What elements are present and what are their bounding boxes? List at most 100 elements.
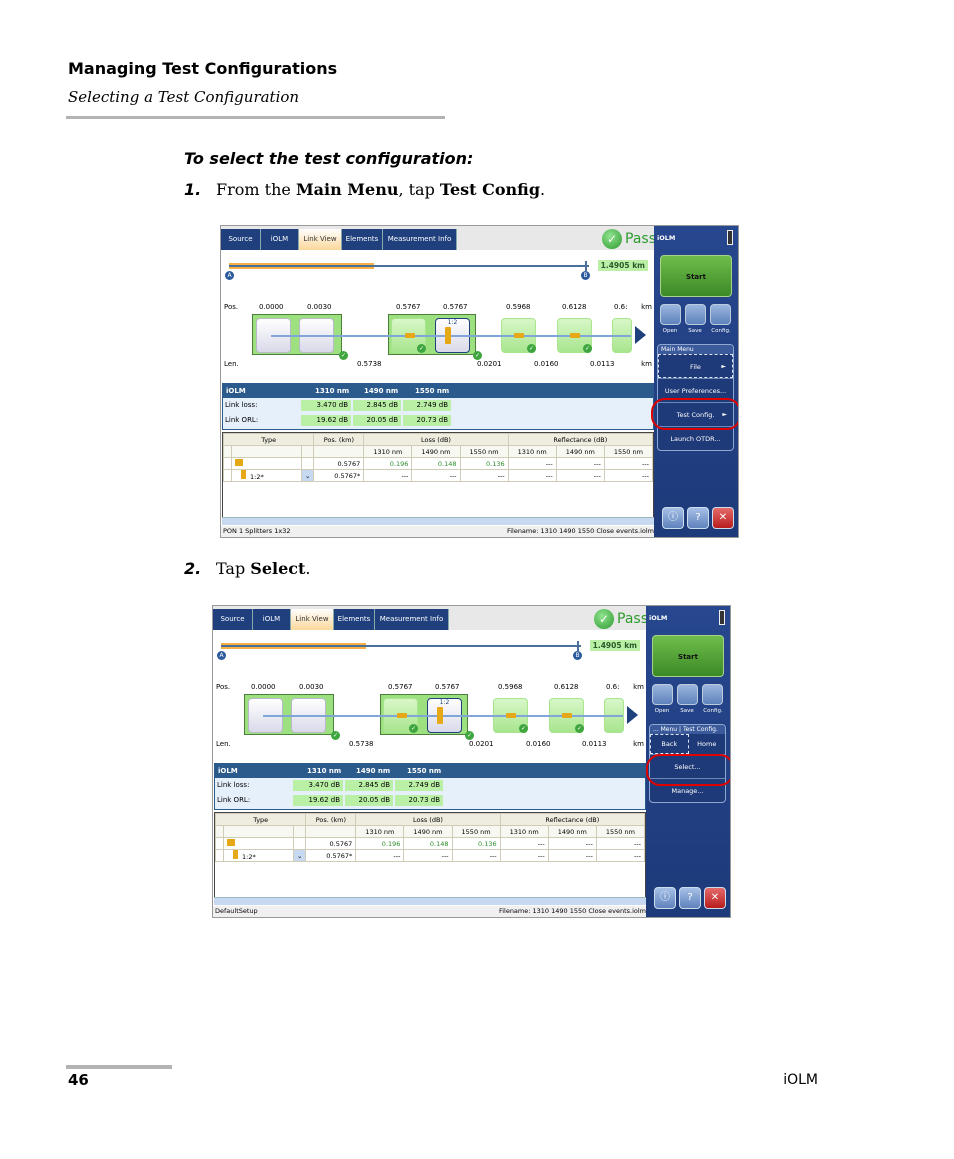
ok-icon: ✓ bbox=[339, 351, 348, 360]
procedure-title: To select the test configuration: bbox=[184, 149, 474, 168]
pos-label: Pos. bbox=[224, 303, 239, 311]
config-button[interactable] bbox=[710, 304, 731, 325]
config-name: DefaultSetup bbox=[215, 907, 258, 915]
status-bar: DefaultSetup Filename: 1310 1490 1550 Cl… bbox=[213, 906, 648, 917]
step-2: 2. Tap Select. bbox=[184, 559, 311, 578]
splitter-ratio-dropdown[interactable]: ⌄ bbox=[300, 469, 315, 482]
position: 0.6128 bbox=[562, 303, 587, 311]
length: 0.0113 bbox=[582, 740, 607, 748]
len-label: Len. bbox=[216, 740, 231, 748]
tab-measurement-info[interactable]: Measurement Info bbox=[375, 609, 449, 630]
main-area: Source iOLM Link View Elements Measureme… bbox=[221, 226, 656, 537]
link-orl-row: Link ORL: 19.62 dB 20.05 dB 20.73 dB bbox=[215, 793, 645, 808]
link-length: 1.4905 km bbox=[589, 640, 640, 651]
length: 0.0113 bbox=[590, 360, 615, 368]
position: 0.0000 bbox=[251, 683, 276, 691]
connector-icon bbox=[514, 333, 524, 338]
help-button[interactable]: ? bbox=[679, 887, 701, 909]
connector-icon bbox=[506, 713, 516, 718]
position: 0.6128 bbox=[554, 683, 579, 691]
footer-divider bbox=[66, 1065, 172, 1069]
link-loss-row: Link loss: 3.470 dB 2.845 dB 2.749 dB bbox=[215, 778, 645, 793]
ok-icon: ✓ bbox=[473, 351, 482, 360]
splitter-icon bbox=[233, 850, 238, 859]
menu-caption: Main Menu bbox=[658, 345, 733, 354]
unit-label: km bbox=[641, 303, 652, 311]
step-1: 1. From the Main Menu, tap Test Config. bbox=[184, 180, 546, 199]
tab-iolm[interactable]: iOLM bbox=[253, 609, 291, 630]
position: 0.0030 bbox=[307, 303, 332, 311]
open-button[interactable] bbox=[652, 684, 673, 705]
product-name: iOLM bbox=[783, 1072, 818, 1088]
verdict: ✓ Pass bbox=[602, 228, 656, 250]
length: 0.5738 bbox=[349, 740, 374, 748]
home-button[interactable]: Home bbox=[689, 734, 726, 754]
filename: Filename: 1310 1490 1550 Close events.io… bbox=[498, 907, 646, 915]
len-label: Len. bbox=[224, 360, 239, 368]
unit-label: km bbox=[633, 683, 644, 691]
horizontal-scrollbar[interactable] bbox=[222, 517, 654, 525]
ok-icon: ✓ bbox=[527, 344, 536, 353]
link-overview[interactable]: A B bbox=[217, 640, 582, 660]
page-number: 46 bbox=[68, 1071, 89, 1089]
tab-link-view[interactable]: Link View bbox=[291, 609, 334, 630]
tab-elements[interactable]: Elements bbox=[334, 609, 375, 630]
close-button[interactable]: ✕ bbox=[712, 507, 734, 529]
close-button[interactable]: ✕ bbox=[704, 887, 726, 909]
start-button[interactable]: Start bbox=[652, 635, 724, 677]
connector-icon bbox=[405, 333, 415, 338]
tab-source[interactable]: Source bbox=[221, 229, 261, 250]
menu-item-file[interactable]: File ► bbox=[658, 354, 733, 378]
ok-icon: ✓ bbox=[417, 344, 426, 353]
tab-iolm[interactable]: iOLM bbox=[261, 229, 299, 250]
position: 0.6: bbox=[614, 303, 628, 311]
horizontal-scrollbar[interactable] bbox=[214, 897, 646, 905]
position: 0.5968 bbox=[498, 683, 523, 691]
link-orl-row: Link ORL: 19.62 dB 20.05 dB 20.73 dB bbox=[223, 413, 653, 428]
link-loss-row: Link loss: 3.470 dB 2.845 dB 2.749 dB bbox=[223, 398, 653, 413]
ok-icon: ✓ bbox=[409, 724, 418, 733]
start-button[interactable]: Start bbox=[660, 255, 732, 297]
position: 0.0030 bbox=[299, 683, 324, 691]
tab-link-view[interactable]: Link View bbox=[299, 229, 342, 250]
ok-icon: ✓ bbox=[583, 344, 592, 353]
table-row[interactable]: 0.5767 0.196 0.148 0.136 --- --- --- bbox=[215, 837, 646, 850]
section-title: Managing Test Configurations bbox=[68, 59, 338, 78]
link-summary: iOLM 1310 nm 1490 nm 1550 nm Link loss: … bbox=[222, 383, 654, 430]
link-summary: iOLM 1310 nm 1490 nm 1550 nm Link loss: … bbox=[214, 763, 646, 810]
screenshot-test-config-menu: Source iOLM Link View Elements Measureme… bbox=[212, 605, 731, 918]
app-name: iOLM bbox=[649, 614, 668, 622]
scroll-right-arrow[interactable] bbox=[635, 326, 646, 344]
length: 0.0201 bbox=[477, 360, 502, 368]
tab-measurement-info[interactable]: Measurement Info bbox=[383, 229, 457, 250]
point-b-icon: B bbox=[581, 271, 590, 280]
check-icon: ✓ bbox=[602, 229, 623, 249]
highlight-circle bbox=[651, 398, 738, 430]
verdict: ✓ Pass bbox=[594, 608, 648, 630]
table-row[interactable]: 1:2* ⌄ 0.5767* --- --- --- --- --- --- bbox=[215, 849, 646, 862]
unit-label: km bbox=[633, 740, 644, 748]
save-button[interactable] bbox=[677, 684, 698, 705]
info-button[interactable]: ⓘ bbox=[662, 507, 684, 529]
back-button[interactable]: Back bbox=[650, 734, 689, 754]
table-row[interactable]: 1:2* ⌄ 0.5767* --- --- --- --- --- --- bbox=[223, 469, 654, 482]
help-button[interactable]: ? bbox=[687, 507, 709, 529]
battery-icon bbox=[719, 610, 725, 625]
scroll-right-arrow[interactable] bbox=[627, 706, 638, 724]
open-button[interactable] bbox=[660, 304, 681, 325]
position: 0.5767 bbox=[388, 683, 413, 691]
link-overview[interactable]: A B bbox=[225, 260, 590, 280]
splitter-ratio-dropdown[interactable]: ⌄ bbox=[292, 849, 307, 862]
save-button[interactable] bbox=[685, 304, 706, 325]
splitter-icon bbox=[445, 327, 451, 344]
table-row[interactable]: 0.5767 0.196 0.148 0.136 --- --- --- bbox=[223, 457, 654, 470]
tab-source[interactable]: Source bbox=[213, 609, 253, 630]
element-table: Type Pos. (km) Loss (dB) Reflectance (dB… bbox=[222, 432, 654, 518]
highlight-circle bbox=[646, 754, 730, 786]
position: 0.0000 bbox=[259, 303, 284, 311]
config-button[interactable] bbox=[702, 684, 723, 705]
config-name: PON 1 Splitters 1x32 bbox=[223, 527, 291, 535]
tab-elements[interactable]: Elements bbox=[342, 229, 383, 250]
info-button[interactable]: ⓘ bbox=[654, 887, 676, 909]
position: 0.5767 bbox=[443, 303, 468, 311]
